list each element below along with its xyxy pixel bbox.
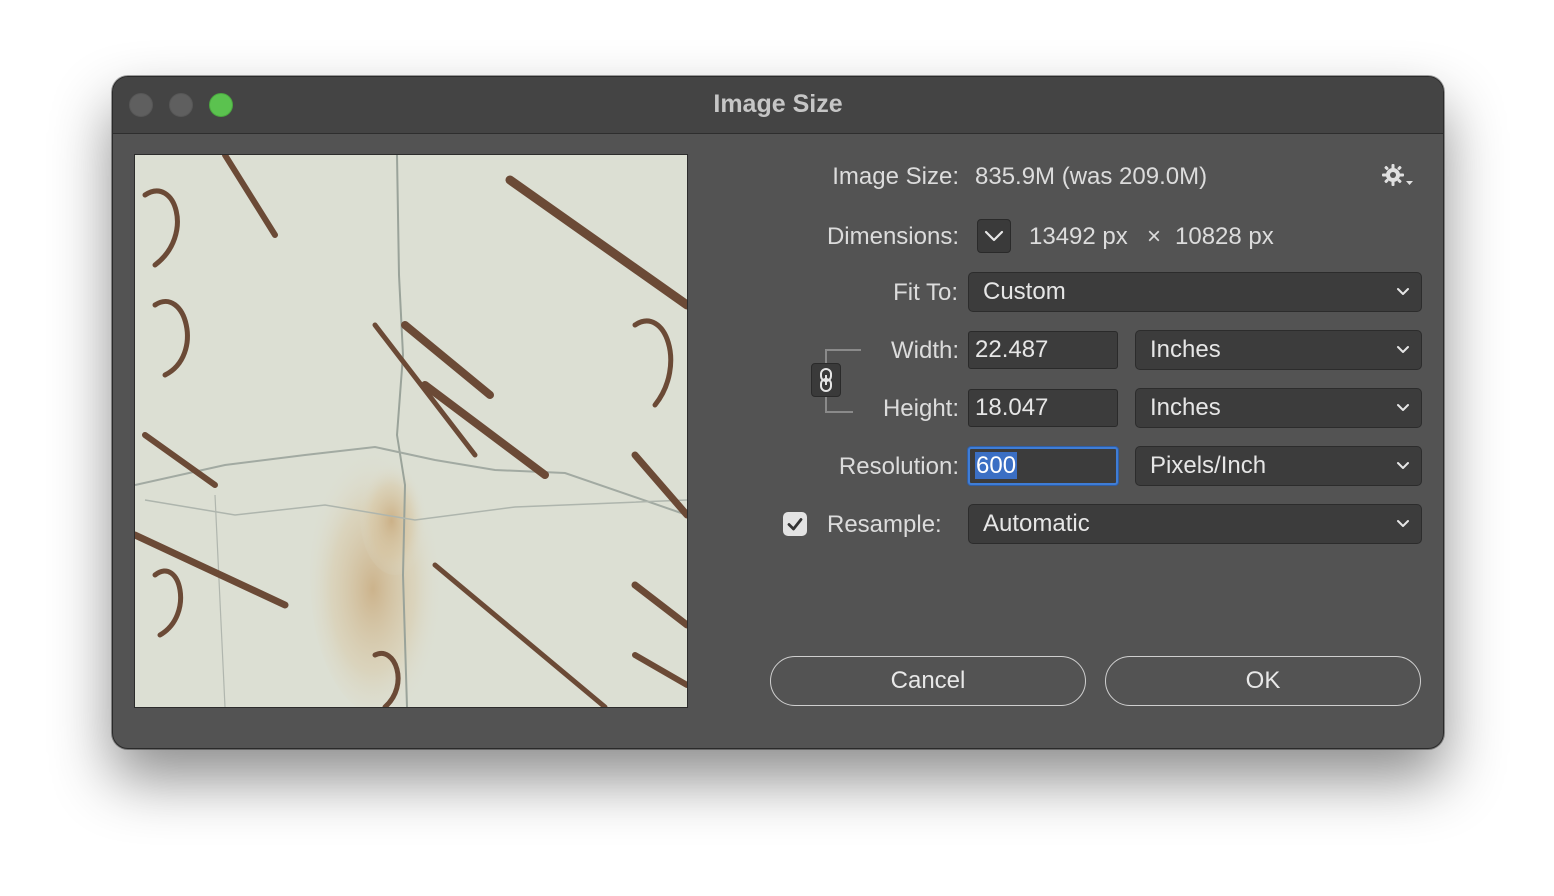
gear-icon[interactable]: [1381, 163, 1415, 193]
dimensions-units-dropdown[interactable]: [977, 219, 1011, 253]
cancel-button[interactable]: Cancel: [770, 656, 1086, 706]
link-chain-icon: [820, 368, 832, 392]
image-size-label: Image Size:: [832, 163, 959, 190]
resolution-unit-select[interactable]: Pixels/Inch: [1135, 446, 1422, 486]
title-bar: Image Size: [113, 77, 1443, 134]
dimensions-width-px: 13492 px: [1029, 223, 1128, 250]
chevron-down-icon: [1397, 462, 1409, 469]
resolution-value: 600: [975, 452, 1018, 479]
resample-checkbox[interactable]: [783, 512, 807, 536]
fit-to-label: Fit To:: [893, 279, 958, 306]
resolution-unit-value: Pixels/Inch: [1150, 452, 1267, 479]
width-input[interactable]: 22.487: [968, 331, 1118, 369]
width-label: Width:: [890, 337, 959, 364]
window-title: Image Size: [713, 90, 843, 118]
chevron-down-icon: [1397, 346, 1409, 353]
height-input[interactable]: 18.047: [968, 389, 1118, 427]
dimensions-separator: ×: [1147, 223, 1162, 250]
dimensions-label: Dimensions:: [826, 223, 959, 250]
width-value: 22.487: [975, 336, 1049, 363]
preview-image: [135, 155, 687, 707]
chevron-down-icon: [1397, 520, 1409, 527]
ok-button[interactable]: OK: [1105, 656, 1421, 706]
resample-method-select[interactable]: Automatic: [968, 504, 1422, 544]
fit-to-value: Custom: [983, 278, 1066, 305]
constrain-proportions-toggle[interactable]: [811, 363, 841, 397]
chevron-down-icon: [1397, 288, 1409, 295]
checkmark-icon: [787, 518, 803, 531]
dimensions-height-px: 10828 px: [1175, 223, 1274, 250]
height-unit-select[interactable]: Inches: [1135, 388, 1422, 428]
image-size-value: 835.9M (was 209.0M): [975, 163, 1208, 190]
height-value: 18.047: [975, 394, 1049, 421]
image-preview[interactable]: [134, 154, 688, 708]
resolution-label: Resolution:: [838, 453, 959, 480]
width-unit-value: Inches: [1150, 336, 1221, 363]
resample-label: Resample:: [827, 511, 942, 538]
resolution-input[interactable]: 600: [968, 447, 1118, 485]
fit-to-select[interactable]: Custom: [968, 272, 1422, 312]
chevron-down-icon: [1397, 404, 1409, 411]
image-size-dialog: Image Size Image Size: 835.9M (was 209.0…: [112, 76, 1444, 749]
height-label: Height:: [882, 395, 959, 422]
height-unit-value: Inches: [1150, 394, 1221, 421]
width-unit-select[interactable]: Inches: [1135, 330, 1422, 370]
resample-method-value: Automatic: [983, 510, 1090, 537]
chevron-down-icon: [984, 230, 1004, 242]
